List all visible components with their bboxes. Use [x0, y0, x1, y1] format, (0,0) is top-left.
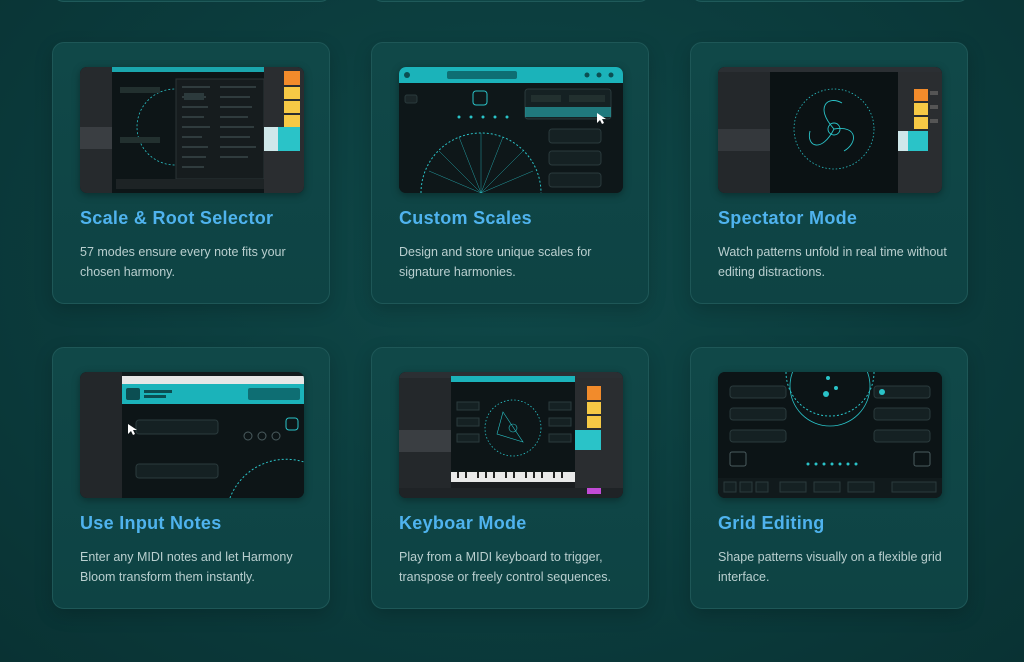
custom-scales-screenshot [399, 67, 623, 193]
keyboard-screenshot [399, 372, 623, 498]
feature-card-input-notes[interactable]: Use Input Notes Enter any MIDI notes and… [52, 347, 330, 609]
input-notes-screenshot [80, 372, 304, 498]
feature-card-scale-root[interactable]: Scale & Root Selector 57 modes ensure ev… [52, 42, 330, 304]
feature-card-grid-editing[interactable]: Grid Editing Shape patterns visually on … [690, 347, 968, 609]
card-title: Scale & Root Selector [80, 208, 274, 228]
card-description: Play from a MIDI keyboard to trigger, tr… [399, 550, 611, 584]
partial-card-top-right [690, 0, 970, 2]
scale-dropdown-screenshot [80, 67, 304, 193]
card-title: Custom Scales [399, 208, 532, 228]
card-title: Use Input Notes [80, 513, 222, 533]
card-description: Design and store unique scales for signa… [399, 245, 592, 279]
card-description: Shape patterns visually on a flexible gr… [718, 550, 942, 584]
feature-card-keyboard-mode[interactable]: Keyboar Mode Play from a MIDI keyboard t… [371, 347, 649, 609]
card-description: Enter any MIDI notes and let Harmony Blo… [80, 550, 293, 584]
partial-card-top-left [52, 0, 332, 2]
spectator-screenshot [718, 67, 942, 193]
grid-screenshot [718, 372, 942, 498]
card-title: Keyboar Mode [399, 513, 527, 533]
card-title: Spectator Mode [718, 208, 858, 228]
card-description: Watch patterns unfold in real time witho… [718, 245, 947, 279]
partial-card-top-middle [371, 0, 651, 2]
feature-card-custom-scales[interactable]: Custom Scales Design and store unique sc… [371, 42, 649, 304]
card-title: Grid Editing [718, 513, 825, 533]
feature-card-spectator-mode[interactable]: Spectator Mode Watch patterns unfold in … [690, 42, 968, 304]
card-description: 57 modes ensure every note fits your cho… [80, 245, 286, 279]
